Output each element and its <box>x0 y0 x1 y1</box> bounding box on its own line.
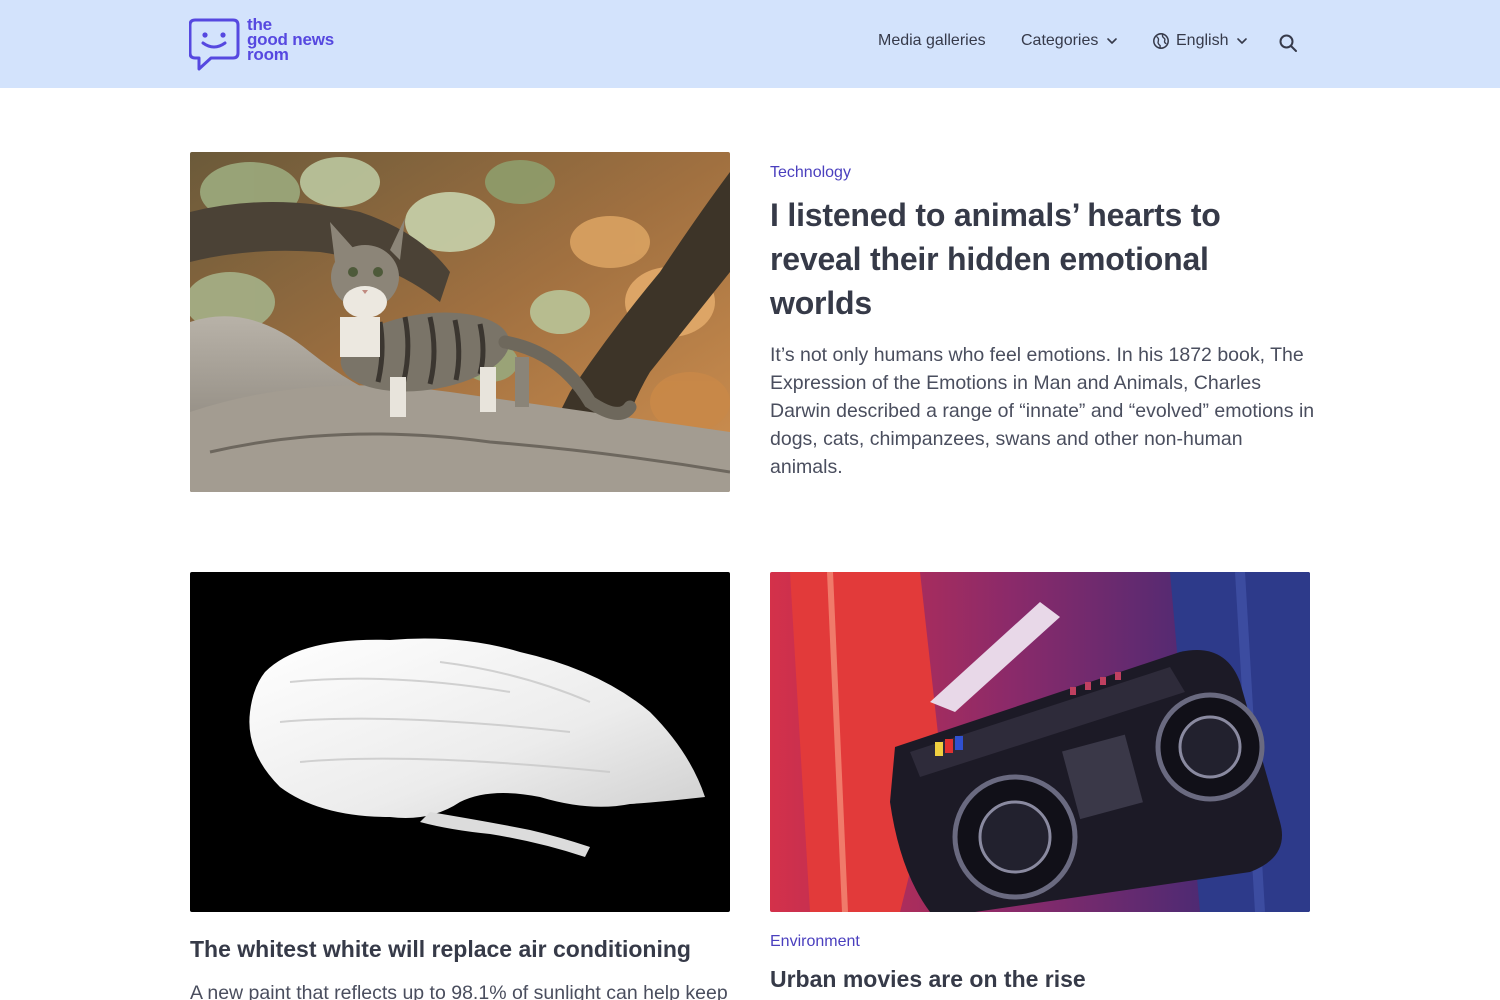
featured-article-image[interactable] <box>190 152 730 492</box>
nav-categories-label: Categories <box>1021 32 1099 49</box>
nav-media-galleries[interactable]: Media galleries <box>878 32 986 50</box>
article-image-urban-movies[interactable] <box>770 572 1310 912</box>
nav-media-galleries-label: Media galleries <box>878 32 986 49</box>
article-category-environment[interactable]: Environment <box>770 933 860 951</box>
article-image-whitest-white[interactable] <box>190 572 730 912</box>
article-excerpt-whitest-white: A new paint that reflects up to 98.1% of… <box>190 982 728 1000</box>
main-nav: Media galleries Categories English <box>0 32 1500 56</box>
chevron-down-icon <box>1107 38 1118 44</box>
featured-category-link[interactable]: Technology <box>770 164 851 182</box>
site-header: the good news room Media galleries Categ… <box>0 0 1500 88</box>
language-selector[interactable]: English <box>1152 32 1248 50</box>
nav-categories-dropdown[interactable]: Categories <box>1021 32 1118 50</box>
chevron-down-icon <box>1237 38 1248 44</box>
featured-article-title[interactable]: I listened to animals’ hearts to reveal … <box>770 193 1290 325</box>
article-title-urban-movies[interactable]: Urban movies are on the rise <box>770 964 1086 994</box>
language-label: English <box>1176 32 1229 49</box>
featured-article-excerpt: It’s not only humans who feel emotions. … <box>770 344 1315 478</box>
search-button[interactable] <box>1278 33 1298 53</box>
search-icon <box>1279 34 1297 52</box>
article-title-whitest-white[interactable]: The whitest white will replace air condi… <box>190 934 691 964</box>
globe-icon <box>1153 33 1169 49</box>
